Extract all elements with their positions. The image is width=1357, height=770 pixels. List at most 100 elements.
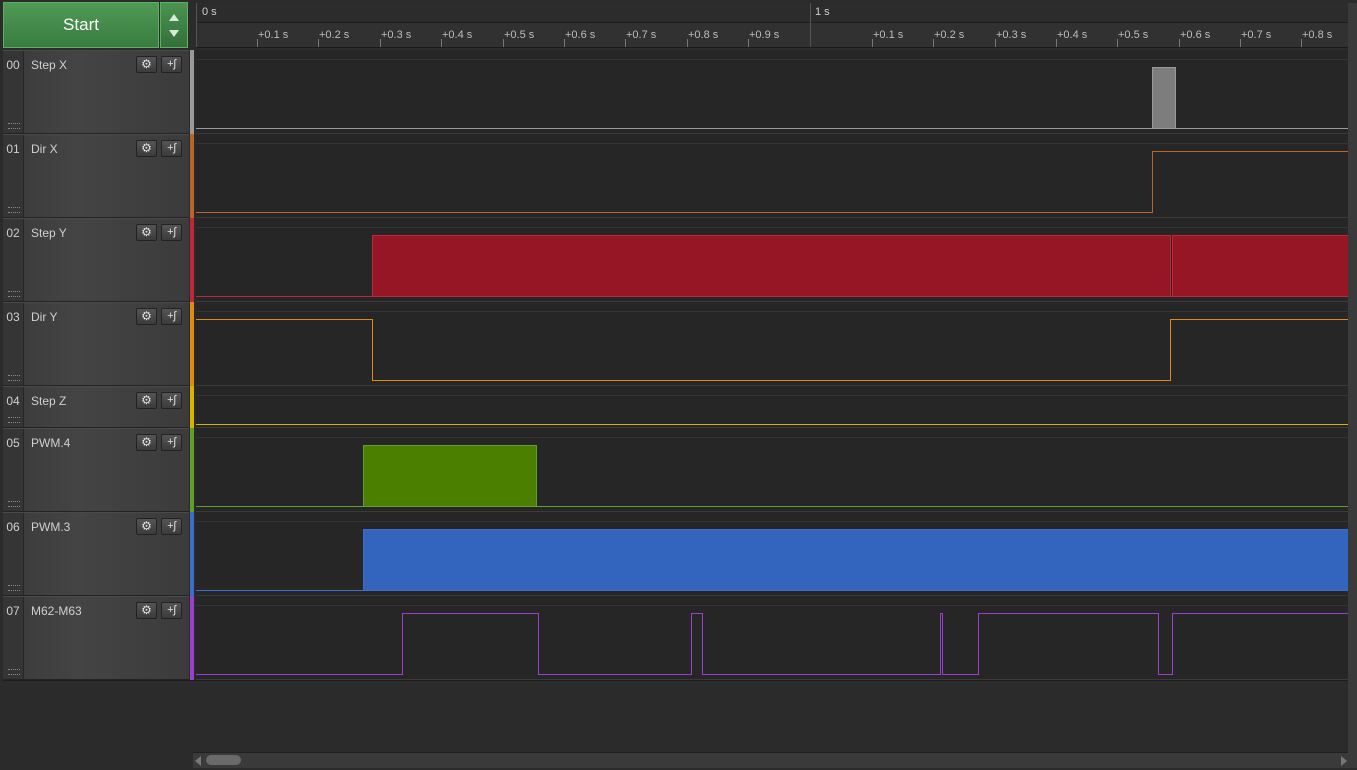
ruler-tick-label: +0.8 s bbox=[1302, 29, 1333, 41]
ruler-tick-label: +0.1 s bbox=[258, 29, 289, 41]
grip-icon[interactable] bbox=[8, 501, 20, 507]
arrow-down-icon[interactable] bbox=[169, 30, 179, 37]
scroll-thumb[interactable] bbox=[206, 755, 241, 765]
start-button[interactable]: Start bbox=[3, 2, 159, 48]
waveform-row-bg bbox=[196, 134, 1348, 218]
channel-row-02[interactable]: 02 Step Y ⚙ +ʃ bbox=[3, 218, 189, 302]
ruler-major-line bbox=[810, 3, 811, 47]
horizontal-scrollbar[interactable] bbox=[193, 752, 1349, 768]
grip-icon[interactable] bbox=[8, 669, 20, 675]
channel-name[interactable]: Dir X bbox=[31, 142, 58, 156]
gear-icon[interactable]: ⚙ bbox=[136, 308, 157, 325]
signal-burst-05 bbox=[363, 445, 537, 507]
channel-row-05[interactable]: 05 PWM.4 ⚙ +ʃ bbox=[3, 428, 189, 512]
trigger-icon[interactable]: +ʃ bbox=[161, 434, 182, 451]
ruler-tick-label: +0.3 s bbox=[996, 29, 1027, 41]
gear-icon[interactable]: ⚙ bbox=[136, 56, 157, 73]
channel-name[interactable]: PWM.3 bbox=[31, 520, 70, 534]
channel-name[interactable]: Dir Y bbox=[31, 310, 57, 324]
channel-color-strip bbox=[190, 428, 194, 512]
timeline-ruler[interactable]: 0 s 1 s +0.1 s +0.2 s +0.3 s +0.4 s +0.5 s +0… bbox=[196, 3, 1348, 48]
empty-channel-area bbox=[3, 680, 1348, 753]
ruler-tick-label: +0.1 s bbox=[873, 29, 904, 41]
grip-icon[interactable] bbox=[8, 207, 20, 213]
channel-index: 02 bbox=[3, 219, 24, 301]
grip-icon[interactable] bbox=[8, 375, 20, 381]
channel-index: 05 bbox=[3, 429, 24, 511]
channel-row-01[interactable]: 01 Dir X ⚙ +ʃ bbox=[3, 134, 189, 218]
waveform-row-bg bbox=[196, 386, 1348, 428]
channel-index: 00 bbox=[3, 51, 24, 133]
major-label-0: 0 s bbox=[202, 6, 217, 18]
channel-index: 03 bbox=[3, 303, 24, 385]
grip-icon[interactable] bbox=[8, 585, 20, 591]
ruler-tick-label: +0.2 s bbox=[319, 29, 350, 41]
ruler-tick-label: +0.4 s bbox=[1057, 29, 1088, 41]
trigger-icon[interactable]: +ʃ bbox=[161, 140, 182, 157]
channel-name[interactable]: M62-M63 bbox=[31, 604, 82, 618]
signal-burst-06 bbox=[363, 529, 1348, 591]
gear-icon[interactable]: ⚙ bbox=[136, 518, 157, 535]
scroll-left-icon[interactable] bbox=[195, 756, 201, 766]
ruler-tick-label: +0.9 s bbox=[749, 29, 780, 41]
channel-index: 07 bbox=[3, 597, 24, 679]
trigger-icon[interactable]: +ʃ bbox=[161, 392, 182, 409]
channel-row-04[interactable]: 04 Step Z ⚙ +ʃ bbox=[3, 386, 189, 428]
channel-color-strip bbox=[190, 218, 194, 302]
channel-color-strip bbox=[190, 512, 194, 596]
channel-name[interactable]: Step X bbox=[31, 58, 67, 72]
major-label-1: 1 s bbox=[815, 6, 830, 18]
trigger-icon[interactable]: +ʃ bbox=[161, 308, 182, 325]
channel-row-07[interactable]: 07 M62-M63 ⚙ +ʃ bbox=[3, 596, 189, 680]
waveform-row-bg bbox=[196, 302, 1348, 386]
trigger-icon[interactable]: +ʃ bbox=[161, 518, 182, 535]
gear-icon[interactable]: ⚙ bbox=[136, 434, 157, 451]
trigger-icon[interactable]: +ʃ bbox=[161, 224, 182, 241]
channel-index: 01 bbox=[3, 135, 24, 217]
start-label: Start bbox=[63, 15, 99, 34]
ruler-major-bar: 0 s 1 s bbox=[196, 3, 1348, 23]
ruler-tick-label: +0.4 s bbox=[442, 29, 473, 41]
scroll-right-icon[interactable] bbox=[1341, 756, 1347, 766]
channel-index: 06 bbox=[3, 513, 24, 595]
channel-row-06[interactable]: 06 PWM.3 ⚙ +ʃ bbox=[3, 512, 189, 596]
trigger-icon[interactable]: +ʃ bbox=[161, 56, 182, 73]
ruler-tick-label: +0.3 s bbox=[381, 29, 412, 41]
ruler-tick-label: +0.8 s bbox=[688, 29, 719, 41]
start-options-button[interactable] bbox=[160, 2, 188, 48]
grip-icon[interactable] bbox=[8, 123, 20, 129]
channel-name[interactable]: Step Y bbox=[31, 226, 67, 240]
gear-icon[interactable]: ⚙ bbox=[136, 602, 157, 619]
ruler-tick-label: +0.7 s bbox=[626, 29, 657, 41]
channel-color-strip bbox=[190, 134, 194, 218]
waveform-row-bg bbox=[196, 596, 1348, 680]
grip-icon[interactable] bbox=[8, 291, 20, 297]
trigger-icon[interactable]: +ʃ bbox=[161, 602, 182, 619]
gear-icon[interactable]: ⚙ bbox=[136, 392, 157, 409]
ruler-major-line bbox=[196, 3, 197, 47]
channel-color-strip bbox=[190, 386, 194, 428]
signal-burst-00 bbox=[1152, 67, 1176, 129]
channel-name[interactable]: PWM.4 bbox=[31, 436, 70, 450]
right-edge-bar bbox=[1348, 3, 1357, 768]
channel-color-strip bbox=[190, 302, 194, 386]
channel-color-strip bbox=[190, 50, 194, 134]
gear-icon[interactable]: ⚙ bbox=[136, 224, 157, 241]
channel-row-00[interactable]: 00 Step X ⚙ +ʃ bbox=[3, 50, 189, 134]
channel-row-03[interactable]: 03 Dir Y ⚙ +ʃ bbox=[3, 302, 189, 386]
waveform-area[interactable] bbox=[196, 50, 1348, 680]
channel-name[interactable]: Step Z bbox=[31, 394, 66, 408]
ruler-tick-label: +0.2 s bbox=[934, 29, 965, 41]
ruler-tick-bar: +0.1 s +0.2 s +0.3 s +0.4 s +0.5 s +0.6 s +0.7… bbox=[196, 23, 1348, 47]
signal-burst-02 bbox=[372, 235, 1171, 297]
grip-icon[interactable] bbox=[8, 417, 20, 423]
ruler-tick-label: +0.6 s bbox=[565, 29, 596, 41]
ruler-tick-label: +0.5 s bbox=[1118, 29, 1149, 41]
ruler-tick-label: +0.5 s bbox=[504, 29, 535, 41]
ruler-tick-label: +0.7 s bbox=[1241, 29, 1272, 41]
channel-color-strip bbox=[190, 596, 194, 680]
arrow-up-icon[interactable] bbox=[169, 14, 179, 21]
waveform-canvas bbox=[196, 50, 1348, 680]
ruler-tick-label: +0.6 s bbox=[1180, 29, 1211, 41]
gear-icon[interactable]: ⚙ bbox=[136, 140, 157, 157]
